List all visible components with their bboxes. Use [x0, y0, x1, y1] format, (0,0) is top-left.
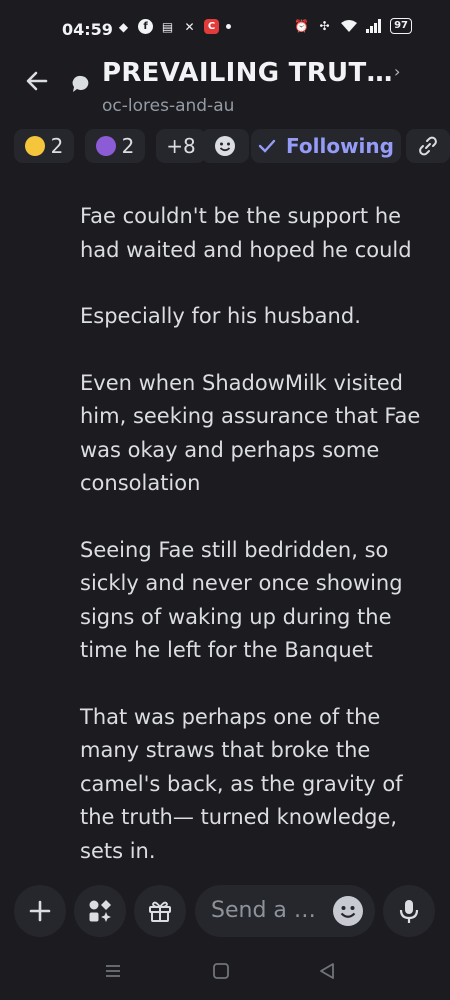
smiley-icon: [340, 906, 356, 918]
reaction-bar: 2 2 +8 Following: [14, 129, 450, 165]
back-nav-icon[interactable]: [318, 962, 336, 980]
more-reactions-button[interactable]: +8: [156, 129, 206, 163]
smiley-icon: [215, 136, 235, 156]
plus-icon: [29, 900, 51, 922]
recent-apps-icon[interactable]: [104, 962, 122, 980]
system-navigation-bar: [0, 948, 450, 1000]
status-time: 04:59: [62, 20, 113, 39]
reaction-chip[interactable]: 2: [85, 129, 145, 163]
arrow-left-icon: [26, 71, 48, 91]
crystal-ball-icon: [95, 136, 116, 156]
keyboard-icon: ▤: [161, 19, 174, 34]
app-notification-icon: C: [204, 19, 219, 34]
pleading-face-icon: [24, 136, 45, 156]
gift-icon: [149, 901, 171, 922]
x-icon: ✕: [184, 19, 195, 34]
wifi-icon: [341, 20, 358, 32]
copy-link-button[interactable]: [406, 129, 450, 163]
follow-button[interactable]: Following: [251, 129, 401, 163]
message-paragraph: Especially for his husband.: [80, 304, 361, 328]
thread-title[interactable]: PREVAILING TRUT…: [102, 58, 393, 88]
facebook-icon: f: [138, 19, 153, 34]
message-composer: Send a …: [0, 880, 450, 940]
emoji-picker-button[interactable]: [333, 896, 363, 926]
add-attachment-button[interactable]: [14, 885, 66, 937]
battery-indicator: 97: [390, 18, 412, 34]
reaction-count: 2: [121, 134, 135, 158]
link-icon: [419, 136, 437, 156]
thread-header: PREVAILING TRUT… › oc-lores-and-au: [0, 56, 450, 122]
microphone-icon: [399, 900, 419, 923]
follow-label: Following: [286, 134, 394, 158]
status-bar: 04:59 ◆ f ▤ ✕ C ⏰ ✣ 97: [0, 0, 450, 56]
message-paragraph: Fae couldn't be the support he had waite…: [80, 204, 412, 262]
voice-message-button[interactable]: [383, 885, 435, 937]
alarm-icon: ⏰: [294, 19, 310, 33]
back-button[interactable]: [22, 66, 52, 96]
home-icon[interactable]: [212, 962, 230, 980]
vibrate-icon: ✣: [319, 19, 330, 33]
apps-icon: [89, 900, 111, 922]
more-notifications-dot: [226, 24, 231, 29]
message-paragraph: Seeing Fae still bedridden, so sickly an…: [80, 537, 403, 663]
apps-button[interactable]: [74, 885, 126, 937]
chevron-right-icon[interactable]: ›: [394, 62, 400, 81]
channel-name[interactable]: oc-lores-and-au: [102, 96, 234, 116]
checkmark-icon: [258, 139, 276, 153]
thread-icon: [71, 74, 91, 94]
message-input-placeholder: Send a …: [211, 898, 316, 923]
notification-icons: ◆ f ▤ ✕ C: [116, 19, 231, 34]
gift-button[interactable]: [134, 885, 186, 937]
message-paragraph: Even when ShadowMilk visited him, seekin…: [80, 370, 421, 496]
message-paragraph: That was perhaps one of the many straws …: [80, 704, 403, 863]
reaction-chip[interactable]: 2: [14, 129, 74, 163]
signal-icon: [366, 19, 382, 33]
add-reaction-button[interactable]: [201, 129, 249, 163]
game-controller-icon: ◆: [118, 19, 129, 34]
reaction-count: 2: [50, 134, 64, 158]
system-icons: ⏰ ✣ 97: [294, 18, 412, 34]
message-input[interactable]: Send a …: [195, 885, 375, 937]
message-content[interactable]: Fae couldn't be the support he had waite…: [80, 200, 430, 901]
